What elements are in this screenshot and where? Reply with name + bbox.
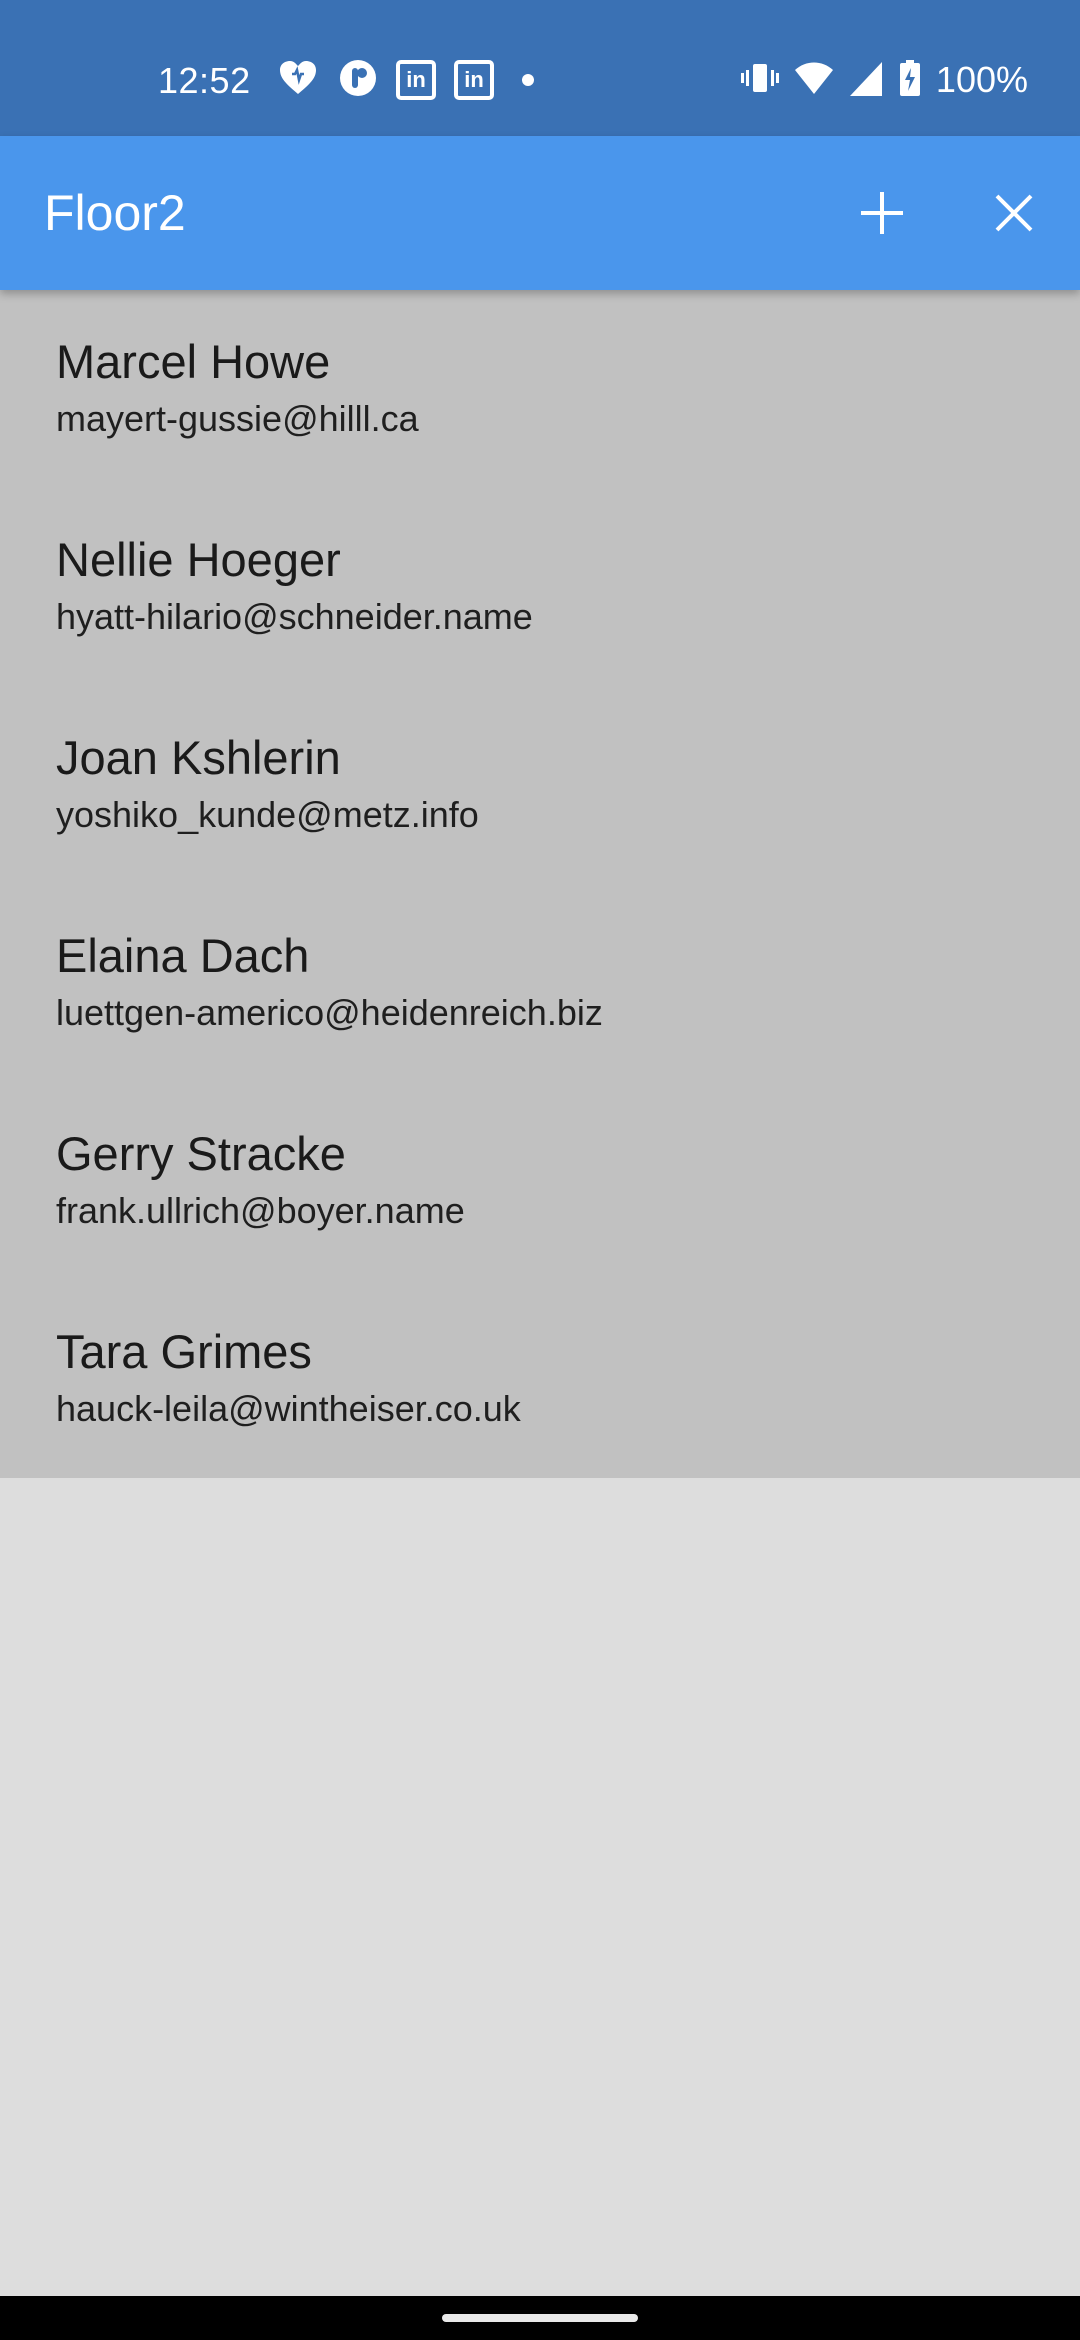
person-name: Joan Kshlerin xyxy=(56,731,341,784)
list-item[interactable]: Elaina Dach luettgen-americo@heidenreich… xyxy=(0,884,1080,1082)
list-item[interactable]: Joan Kshlerin yoshiko_kunde@metz.info xyxy=(0,686,1080,884)
system-status-icons: 100% xyxy=(740,58,1028,103)
list-item[interactable]: Marcel Howe mayert-gussie@hilll.ca xyxy=(0,290,1080,488)
person-name: Tara Grimes xyxy=(56,1325,312,1378)
person-name: Gerry Stracke xyxy=(56,1127,346,1180)
person-name: Elaina Dach xyxy=(56,929,310,982)
people-list: Marcel Howe mayert-gussie@hilll.ca Nelli… xyxy=(0,290,1080,1478)
person-email: luettgen-americo@heidenreich.biz xyxy=(56,992,603,1033)
wifi-icon xyxy=(794,58,834,103)
iheartradio-icon xyxy=(276,58,320,103)
person-email: frank.ullrich@boyer.name xyxy=(56,1190,465,1231)
home-gesture-handle[interactable] xyxy=(442,2314,638,2322)
battery-charging-icon xyxy=(898,58,922,103)
person-email: hyatt-hilario@schneider.name xyxy=(56,596,533,637)
notification-dot-icon xyxy=(522,74,534,86)
cell-signal-icon xyxy=(848,58,884,103)
person-email: yoshiko_kunde@metz.info xyxy=(56,794,479,835)
navigation-bar xyxy=(0,2296,1080,2340)
person-name: Nellie Hoeger xyxy=(56,533,341,586)
person-email: mayert-gussie@hilll.ca xyxy=(56,398,419,439)
add-icon xyxy=(861,192,903,234)
podcast-app-icon xyxy=(338,58,378,103)
status-time: 12:52 xyxy=(158,60,251,101)
status-bar: 12:52 in in 100% xyxy=(0,0,1080,136)
app-bar: Floor2 xyxy=(0,136,1080,290)
list-item[interactable]: Nellie Hoeger hyatt-hilario@schneider.na… xyxy=(0,488,1080,686)
close-icon xyxy=(995,194,1033,232)
vibrate-icon xyxy=(740,58,780,103)
linkedin-icon: in xyxy=(396,60,436,100)
person-name: Marcel Howe xyxy=(56,335,331,388)
add-button[interactable] xyxy=(842,173,922,253)
list-item[interactable]: Gerry Stracke frank.ullrich@boyer.name xyxy=(0,1082,1080,1280)
notification-icons: in in xyxy=(276,58,534,103)
linkedin-icon: in xyxy=(454,60,494,100)
close-button[interactable] xyxy=(974,173,1054,253)
list-item[interactable]: Tara Grimes hauck-leila@wintheiser.co.uk xyxy=(0,1280,1080,1478)
page-title: Floor2 xyxy=(44,185,186,241)
person-email: hauck-leila@wintheiser.co.uk xyxy=(56,1388,521,1429)
battery-percentage: 100% xyxy=(935,59,1028,100)
